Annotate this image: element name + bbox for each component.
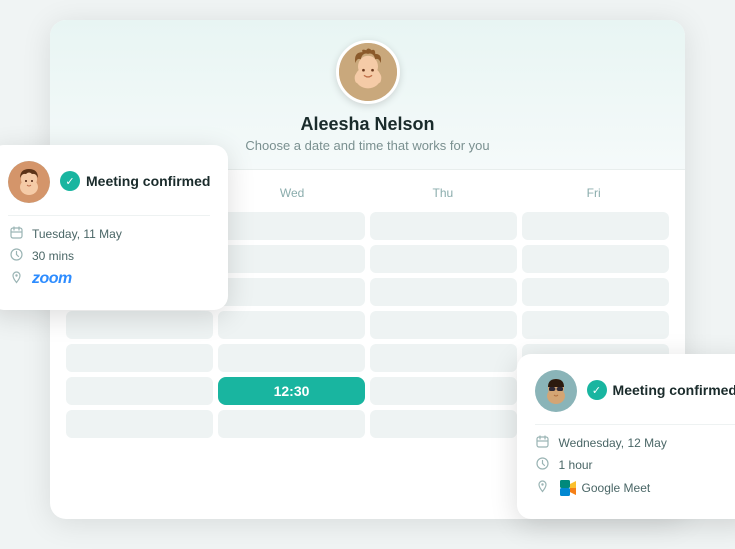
duration-text-right: 1 hour	[559, 458, 593, 472]
slot-wed-2[interactable]	[218, 245, 365, 273]
slot-tue-7[interactable]	[66, 410, 213, 438]
detail-date-right: Wednesday, 12 May	[535, 435, 735, 451]
slot-thu-4[interactable]	[370, 311, 517, 339]
avatar-left	[8, 161, 50, 203]
detail-location-right: Google Meet	[535, 479, 735, 497]
host-name: Aleesha Nelson	[300, 114, 434, 135]
host-subtitle: Choose a date and time that works for yo…	[245, 138, 489, 153]
gmeet-text: Google Meet	[582, 481, 651, 495]
date-text-right: Wednesday, 12 May	[559, 436, 667, 450]
divider-right	[535, 424, 735, 425]
google-meet-logo: Google Meet	[559, 479, 651, 497]
slot-thu-3[interactable]	[370, 278, 517, 306]
location-icon-right	[535, 480, 551, 496]
day-thu: Thu	[368, 182, 519, 204]
check-icon-right: ✓	[587, 380, 607, 400]
divider-left	[8, 215, 210, 216]
check-icon-left: ✓	[60, 171, 80, 191]
confirm-title-row-right: ✓ Meeting confirmed	[587, 380, 735, 400]
slot-thu-5[interactable]	[370, 344, 517, 372]
duration-text-left: 30 mins	[32, 249, 74, 263]
slot-wed-7[interactable]	[218, 410, 365, 438]
confirmation-card-right: ✓ Meeting confirmed Wednesday, 12 May 1 …	[517, 354, 735, 519]
confirm-title-left: Meeting confirmed	[86, 173, 210, 189]
confirmation-card-left: ✓ Meeting confirmed Tuesday, 11 May 30 m…	[0, 145, 228, 310]
confirm-title-row-left: ✓ Meeting confirmed	[60, 171, 210, 191]
slot-tue-4[interactable]	[66, 311, 213, 339]
slot-wed-3[interactable]	[218, 278, 365, 306]
slot-wed-1230[interactable]: 12:30	[218, 377, 365, 405]
detail-duration-right: 1 hour	[535, 457, 735, 473]
detail-duration-left: 30 mins	[8, 248, 210, 264]
slot-tue-6[interactable]	[66, 377, 213, 405]
slot-fri-1[interactable]	[522, 212, 669, 240]
calendar-icon-right	[535, 435, 551, 451]
zoom-logo: zoom	[32, 270, 72, 288]
date-text-left: Tuesday, 11 May	[32, 227, 122, 241]
slot-fri-2[interactable]	[522, 245, 669, 273]
clock-icon-left	[8, 248, 24, 264]
avatar-right	[535, 370, 577, 412]
confirm-title-right: Meeting confirmed	[613, 382, 735, 398]
detail-location-left: zoom	[8, 270, 210, 288]
day-fri: Fri	[518, 182, 669, 204]
slot-wed-5[interactable]	[218, 344, 365, 372]
host-avatar	[336, 40, 400, 104]
detail-date-left: Tuesday, 11 May	[8, 226, 210, 242]
clock-icon-right	[535, 457, 551, 473]
slot-thu-1[interactable]	[370, 212, 517, 240]
slot-fri-3[interactable]	[522, 278, 669, 306]
slot-fri-4[interactable]	[522, 311, 669, 339]
day-wed: Wed	[217, 182, 368, 204]
slot-thu-7[interactable]	[370, 410, 517, 438]
slot-tue-5[interactable]	[66, 344, 213, 372]
slot-thu-2[interactable]	[370, 245, 517, 273]
calendar-icon-left	[8, 226, 24, 242]
slot-wed-4[interactable]	[218, 311, 365, 339]
slot-wed-1[interactable]	[218, 212, 365, 240]
location-icon-left	[8, 271, 24, 287]
slot-thu-6[interactable]	[370, 377, 517, 405]
